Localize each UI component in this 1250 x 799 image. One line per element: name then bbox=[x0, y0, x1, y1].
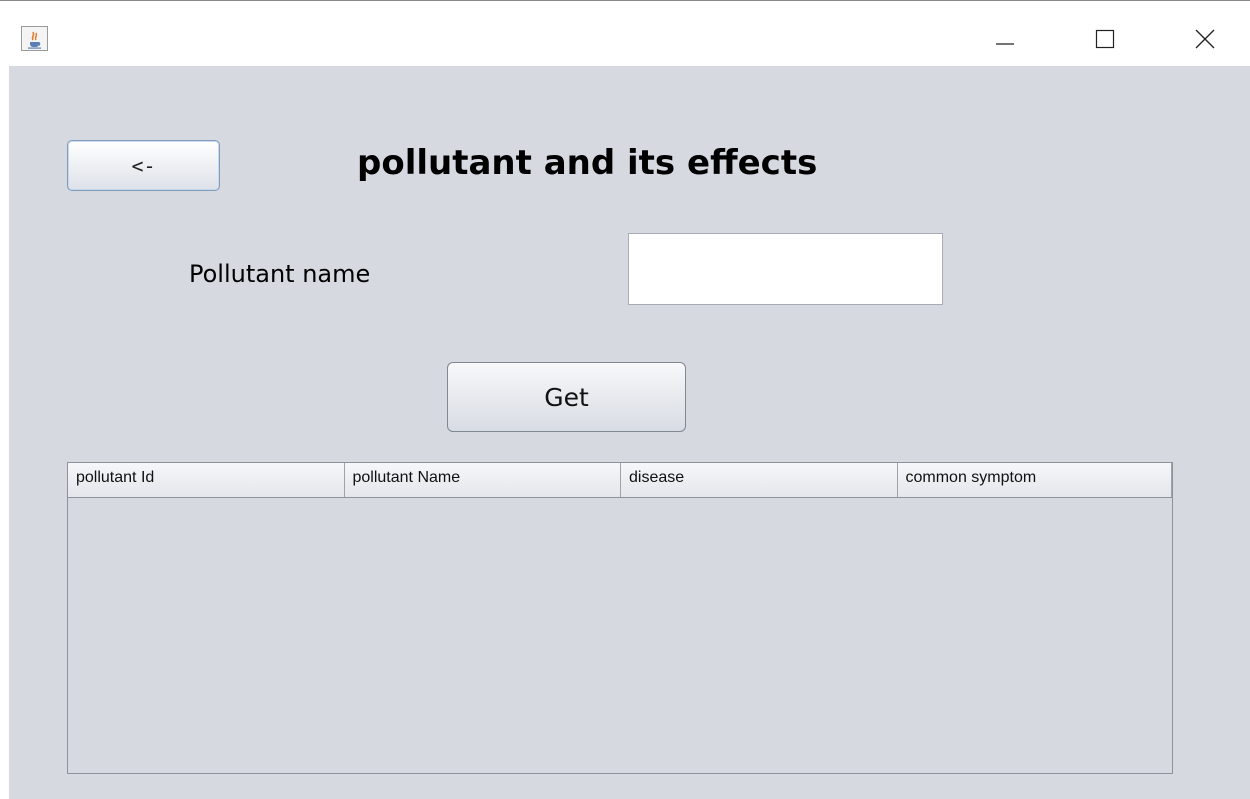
window-titlebar bbox=[0, 0, 1250, 66]
pollutant-name-label: Pollutant name bbox=[189, 260, 371, 288]
close-icon bbox=[1195, 29, 1215, 49]
get-button[interactable]: Get bbox=[447, 362, 686, 432]
column-header-disease[interactable]: disease bbox=[621, 463, 898, 497]
page-title: pollutant and its effects bbox=[357, 143, 818, 183]
column-header-pollutant-name[interactable]: pollutant Name bbox=[344, 463, 621, 497]
pollutant-name-input[interactable] bbox=[628, 233, 943, 305]
minimize-icon bbox=[996, 43, 1014, 45]
column-header-common-symptom[interactable]: common symptom bbox=[897, 463, 1172, 497]
java-coffee-cup-icon bbox=[21, 26, 48, 51]
back-button[interactable]: <- bbox=[67, 140, 220, 191]
maximize-icon bbox=[1095, 29, 1115, 49]
table-header: pollutant Id pollutant Name disease comm… bbox=[68, 463, 1172, 498]
main-panel: <- pollutant and its effects Pollutant n… bbox=[9, 66, 1250, 799]
close-button[interactable] bbox=[1182, 21, 1228, 57]
results-table[interactable]: pollutant Id pollutant Name disease comm… bbox=[67, 462, 1173, 774]
table-body[interactable] bbox=[68, 498, 1172, 773]
column-header-pollutant-id[interactable]: pollutant Id bbox=[68, 463, 345, 497]
maximize-button[interactable] bbox=[1082, 21, 1128, 57]
minimize-button[interactable] bbox=[982, 21, 1028, 57]
